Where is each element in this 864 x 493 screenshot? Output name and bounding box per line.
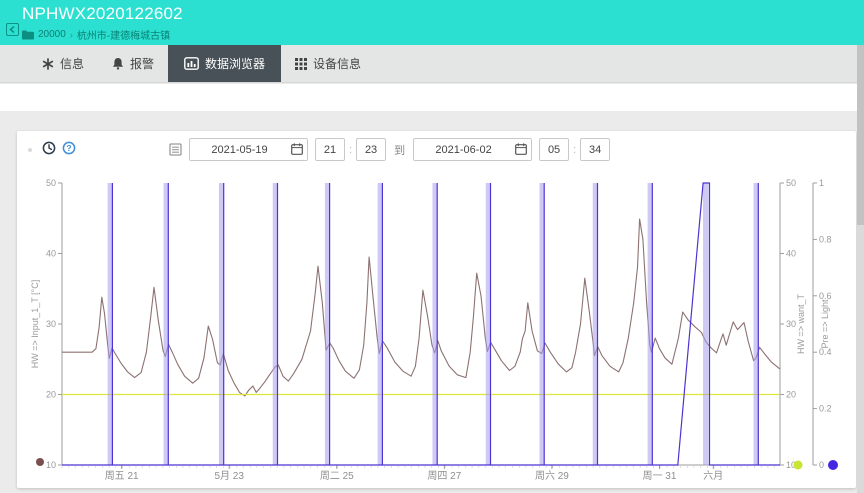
left-arrow-icon (9, 26, 16, 33)
svg-text:Pre => Light: Pre => Light (820, 299, 830, 349)
tab-info[interactable]: 信息 (28, 45, 98, 82)
svg-text:50: 50 (786, 178, 796, 188)
tab-data-explorer[interactable]: 数据浏览器 (168, 45, 281, 82)
tab-label: 数据浏览器 (205, 55, 265, 72)
content-strip (0, 84, 864, 111)
asterisk-icon (42, 58, 54, 70)
tab-label: 信息 (60, 55, 84, 72)
bar-chart-icon (184, 57, 199, 70)
collapse-panel-icon[interactable] (6, 23, 19, 36)
tab-alarm[interactable]: 报警 (98, 45, 168, 82)
app-header: NPHWX2020122602 20000 › 杭州市-建德梅城古镇 (0, 0, 864, 45)
svg-text:HW => Input_1_T [°C]: HW => Input_1_T [°C] (30, 280, 40, 368)
breadcrumb-item-group[interactable]: 20000 (38, 29, 66, 40)
svg-text:周一 31: 周一 31 (643, 470, 677, 482)
svg-text:0.6: 0.6 (819, 291, 832, 301)
svg-text:0.8: 0.8 (819, 234, 832, 244)
bell-icon (112, 57, 124, 70)
tab-device-info[interactable]: 设备信息 (281, 45, 375, 82)
svg-text:0: 0 (819, 460, 824, 470)
svg-text:1: 1 (819, 178, 824, 188)
tab-label: 设备信息 (313, 55, 361, 72)
breadcrumb: 20000 › 杭州市-建德梅城古镇 (22, 27, 170, 42)
breadcrumb-separator: › (70, 30, 73, 40)
scrollbar[interactable] (857, 45, 864, 493)
svg-text:20: 20 (46, 390, 56, 400)
svg-text:HW => want_T: HW => want_T (796, 293, 806, 354)
svg-text:40: 40 (46, 249, 56, 259)
svg-text:10: 10 (46, 460, 56, 470)
time-series-chart[interactable]: 1020304050102030405000.20.40.60.81周五 215… (17, 131, 856, 488)
svg-text:30: 30 (46, 319, 56, 329)
svg-text:周六 29: 周六 29 (535, 470, 569, 482)
chart-card: ? : 到 (17, 131, 856, 488)
svg-text:30: 30 (786, 319, 796, 329)
page-title: NPHWX2020122602 (22, 4, 183, 24)
svg-text:六月: 六月 (703, 470, 723, 482)
folder-icon (22, 30, 34, 40)
svg-text:周四 27: 周四 27 (427, 470, 461, 482)
svg-text:50: 50 (46, 178, 56, 188)
svg-text:40: 40 (786, 249, 796, 259)
svg-text:0.2: 0.2 (819, 404, 832, 414)
svg-text:周五 21: 周五 21 (105, 470, 139, 482)
svg-text:20: 20 (786, 390, 796, 400)
svg-text:周二 25: 周二 25 (320, 470, 354, 482)
tab-label: 报警 (130, 55, 154, 72)
grid-icon (295, 58, 307, 70)
scrollbar-thumb[interactable] (857, 45, 864, 225)
svg-text:5月 23: 5月 23 (214, 470, 244, 482)
breadcrumb-item-location[interactable]: 杭州市-建德梅城古镇 (77, 27, 170, 42)
tab-bar: 信息 报警 数据浏览器 (0, 45, 864, 83)
